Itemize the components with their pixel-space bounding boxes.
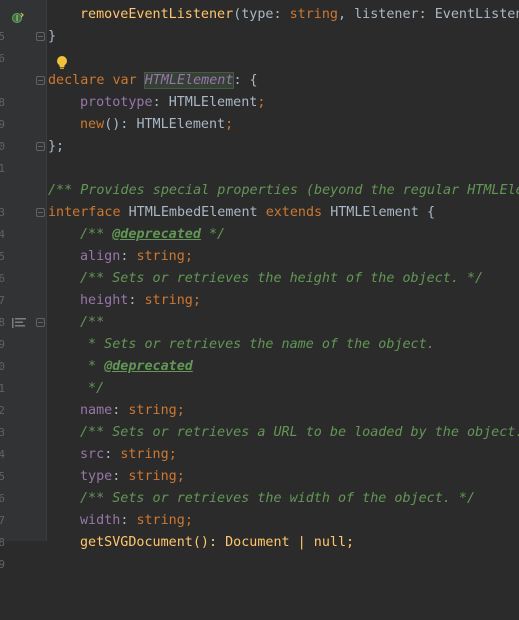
code-line[interactable]: 9 getSVGDocument(): Document | null; (0, 532, 519, 571)
line-number: 1 (0, 162, 5, 175)
doc-comment: /** Sets or retrieves the width of the o… (80, 491, 476, 506)
doc-comment: /** (80, 315, 105, 330)
type-name: string (289, 7, 338, 22)
method-name: getSVGDocument(): Document | null; (80, 535, 355, 550)
punctuation: : { (233, 73, 258, 88)
fold-marker[interactable] (36, 32, 45, 41)
code-line[interactable]: 6 align: string; (0, 246, 519, 285)
deprecated-tag: @deprecated (104, 359, 193, 374)
property-name: type (80, 469, 113, 484)
code-line[interactable]: 5 /** @deprecated */ (0, 224, 519, 263)
doc-comment: */ (200, 227, 226, 242)
property-name: align (80, 249, 121, 264)
code-line[interactable]: 4 interface HTMLEmbedElement extends HTM… (0, 202, 519, 241)
type-name: string (136, 513, 185, 528)
type-name: HTMLElement (168, 95, 258, 110)
fold-marker[interactable] (36, 76, 45, 85)
code-line[interactable]: 8 height: string; (0, 290, 519, 329)
param-name: listener (354, 7, 419, 22)
type-name: EventListen (434, 7, 519, 22)
property-name: width (80, 513, 121, 528)
param-name: type (241, 7, 274, 22)
type-name: string (136, 249, 185, 264)
doc-comment: * Sets or retrieves the name of the obje… (80, 337, 435, 352)
svg-text:I: I (16, 14, 18, 23)
declared-var-name[interactable]: HTMLElement (143, 72, 235, 89)
code-line[interactable]: 6 } (0, 26, 519, 65)
fold-marker[interactable] (36, 318, 45, 327)
keyword: var (112, 73, 137, 88)
fold-marker[interactable] (36, 208, 45, 217)
interface-name: HTMLEmbedElement (128, 205, 258, 220)
code-line[interactable]: 7 /** Sets or retrieves the height of th… (0, 268, 519, 307)
code-line[interactable]: 0 new(): HTMLElement; (0, 114, 519, 153)
code-line[interactable]: 5 I removeEventListener(type: string, li… (0, 4, 519, 43)
opening-brace: { (426, 205, 435, 220)
implements-icon[interactable]: I (12, 12, 24, 24)
doc-comment: /** Sets or retrieves a URL to be loaded… (80, 425, 519, 440)
keyword: declare (48, 73, 105, 88)
base-type-name: HTMLElement (330, 205, 419, 220)
type-name: string (128, 469, 177, 484)
property-name: prototype (80, 95, 153, 110)
code-line[interactable]: 3 name: string; (0, 400, 519, 439)
doc-comment: /** (80, 227, 113, 242)
code-editor[interactable]: 5 I removeEventListener(type: string, li… (0, 0, 519, 571)
doc-comment-icon[interactable] (12, 317, 26, 329)
type-name: HTMLElement (136, 117, 226, 132)
code-line[interactable]: 4 /** Sets or retrieves a URL to be load… (0, 422, 519, 461)
code-line[interactable]: 8 declare var HTMLElement: { (0, 70, 519, 109)
doc-comment: /** Provides special properties (beyond … (48, 183, 519, 198)
lightbulb-icon[interactable] (56, 55, 68, 71)
doc-comment: * (80, 359, 105, 374)
line-number: 6 (0, 52, 5, 65)
code-line[interactable]: 8 width: string; (0, 510, 519, 549)
code-line[interactable]: 2 */ (0, 378, 519, 417)
deprecated-tag: @deprecated (112, 227, 201, 242)
type-name: string (128, 403, 177, 418)
code-line[interactable]: 1 * @deprecated (0, 356, 519, 395)
doc-comment: */ (80, 381, 105, 396)
keyword: new (80, 117, 105, 132)
code-line[interactable]: 0 * Sets or retrieves the name of the ob… (0, 334, 519, 373)
closing-brace: }; (48, 139, 65, 154)
code-line[interactable]: 9 /** (0, 312, 519, 351)
closing-brace: } (48, 29, 57, 44)
code-line[interactable]: 7 /** Sets or retrieves the width of the… (0, 488, 519, 527)
doc-comment: /** Sets or retrieves the height of the … (80, 271, 484, 286)
keyword: extends (265, 205, 323, 220)
type-name: string (120, 447, 169, 462)
line-number: 9 (0, 558, 5, 571)
property-name: src (80, 447, 105, 462)
keyword: interface (48, 205, 121, 220)
type-name: string (144, 293, 193, 308)
fold-marker[interactable] (36, 142, 45, 151)
property-name: height (80, 293, 129, 308)
code-line[interactable]: 3 /** Provides special properties (beyon… (0, 180, 519, 219)
method-name: removeEventListener (80, 7, 234, 22)
code-line[interactable]: 9 prototype: HTMLElement; (0, 92, 519, 131)
code-line[interactable]: 1 }; (0, 136, 519, 175)
property-name: name (80, 403, 113, 418)
code-line[interactable]: 6 type: string; (0, 466, 519, 505)
code-line[interactable]: 5 src: string; (0, 444, 519, 483)
